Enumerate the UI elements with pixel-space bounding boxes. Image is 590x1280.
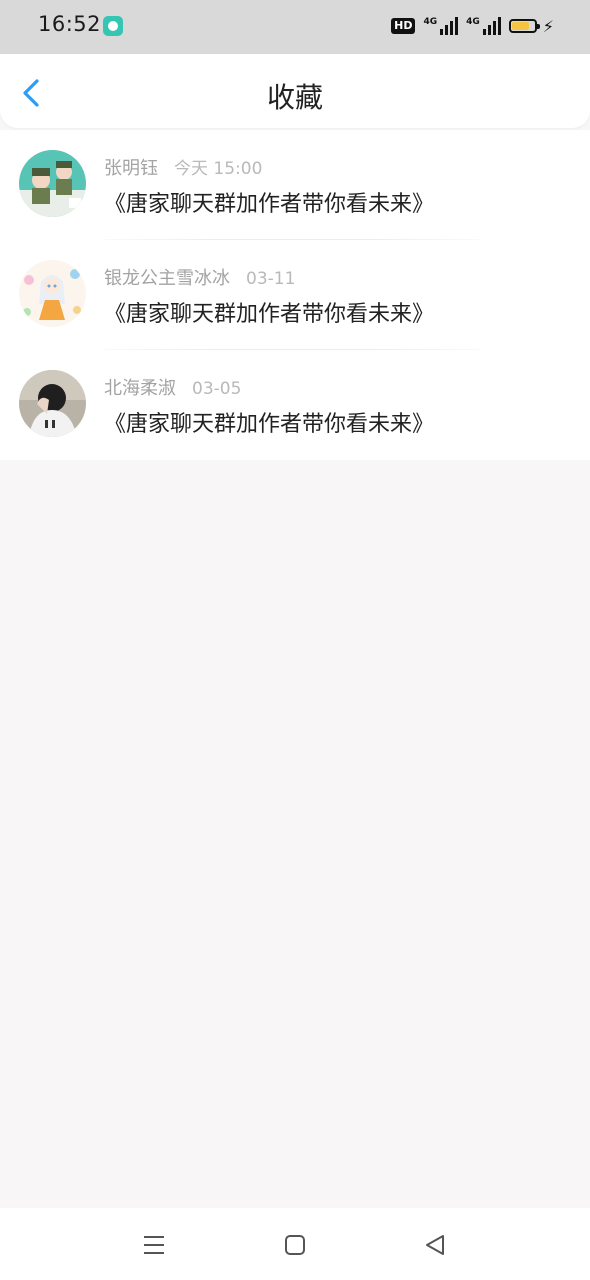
sender-name: 北海柔淑 (104, 378, 176, 399)
sender-name: 张明钰 (104, 158, 158, 179)
page-title: 收藏 (266, 81, 323, 114)
item-meta: 银龙公主雪冰冰 03-11 (104, 264, 295, 290)
item-content: 《唐家聊天群加作者带你看未来》 (104, 412, 435, 437)
screen: 16:52 HD 4G 4G ⚡ 收藏 张明钰 今天 15:00 《唐家聊天群加… (0, 0, 590, 1280)
nav-back-button[interactable] (422, 1232, 448, 1258)
status-time: 16:52 (38, 12, 102, 36)
item-content: 《唐家聊天群加作者带你看未来》 (104, 192, 435, 217)
item-time: 03-05 (192, 379, 242, 399)
charging-bolt-icon: ⚡ (542, 16, 554, 36)
triangle-back-icon (426, 1235, 444, 1255)
hd-voice-icon: HD (391, 18, 416, 34)
item-content: 《唐家聊天群加作者带你看未来》 (104, 302, 435, 327)
item-time: 03-11 (246, 269, 296, 289)
list-item[interactable]: 张明钰 今天 15:00 《唐家聊天群加作者带你看未来》 (0, 130, 590, 240)
avatar (19, 150, 86, 217)
signal-sim2-icon: 4G (466, 17, 501, 35)
sender-name: 银龙公主雪冰冰 (104, 268, 230, 289)
avatar (19, 260, 86, 327)
battery-icon (508, 19, 540, 33)
favorites-list: 张明钰 今天 15:00 《唐家聊天群加作者带你看未来》 银龙公主雪冰冰 03-… (0, 130, 590, 460)
status-indicators: HD 4G 4G ⚡ (391, 14, 554, 38)
status-bar: 16:52 HD 4G 4G ⚡ (0, 0, 590, 54)
item-time: 今天 15:00 (174, 159, 263, 179)
home-square-icon (285, 1235, 305, 1255)
avatar (19, 370, 86, 437)
menu-button[interactable] (141, 1232, 167, 1258)
item-meta: 北海柔淑 03-05 (104, 374, 241, 400)
item-meta: 张明钰 今天 15:00 (104, 154, 262, 180)
signal-sim2-label: 4G (466, 17, 480, 27)
notification-app-icon (103, 16, 123, 36)
list-item[interactable]: 银龙公主雪冰冰 03-11 《唐家聊天群加作者带你看未来》 (0, 240, 590, 350)
signal-sim1-label: 4G (423, 17, 438, 27)
header: 收藏 (0, 54, 590, 128)
navigation-bar (0, 1208, 590, 1280)
signal-sim1-icon: 4G (423, 17, 459, 35)
menu-icon (144, 1236, 164, 1254)
home-button[interactable] (282, 1232, 308, 1258)
list-item[interactable]: 北海柔淑 03-05 《唐家聊天群加作者带你看未来》 (0, 350, 590, 460)
